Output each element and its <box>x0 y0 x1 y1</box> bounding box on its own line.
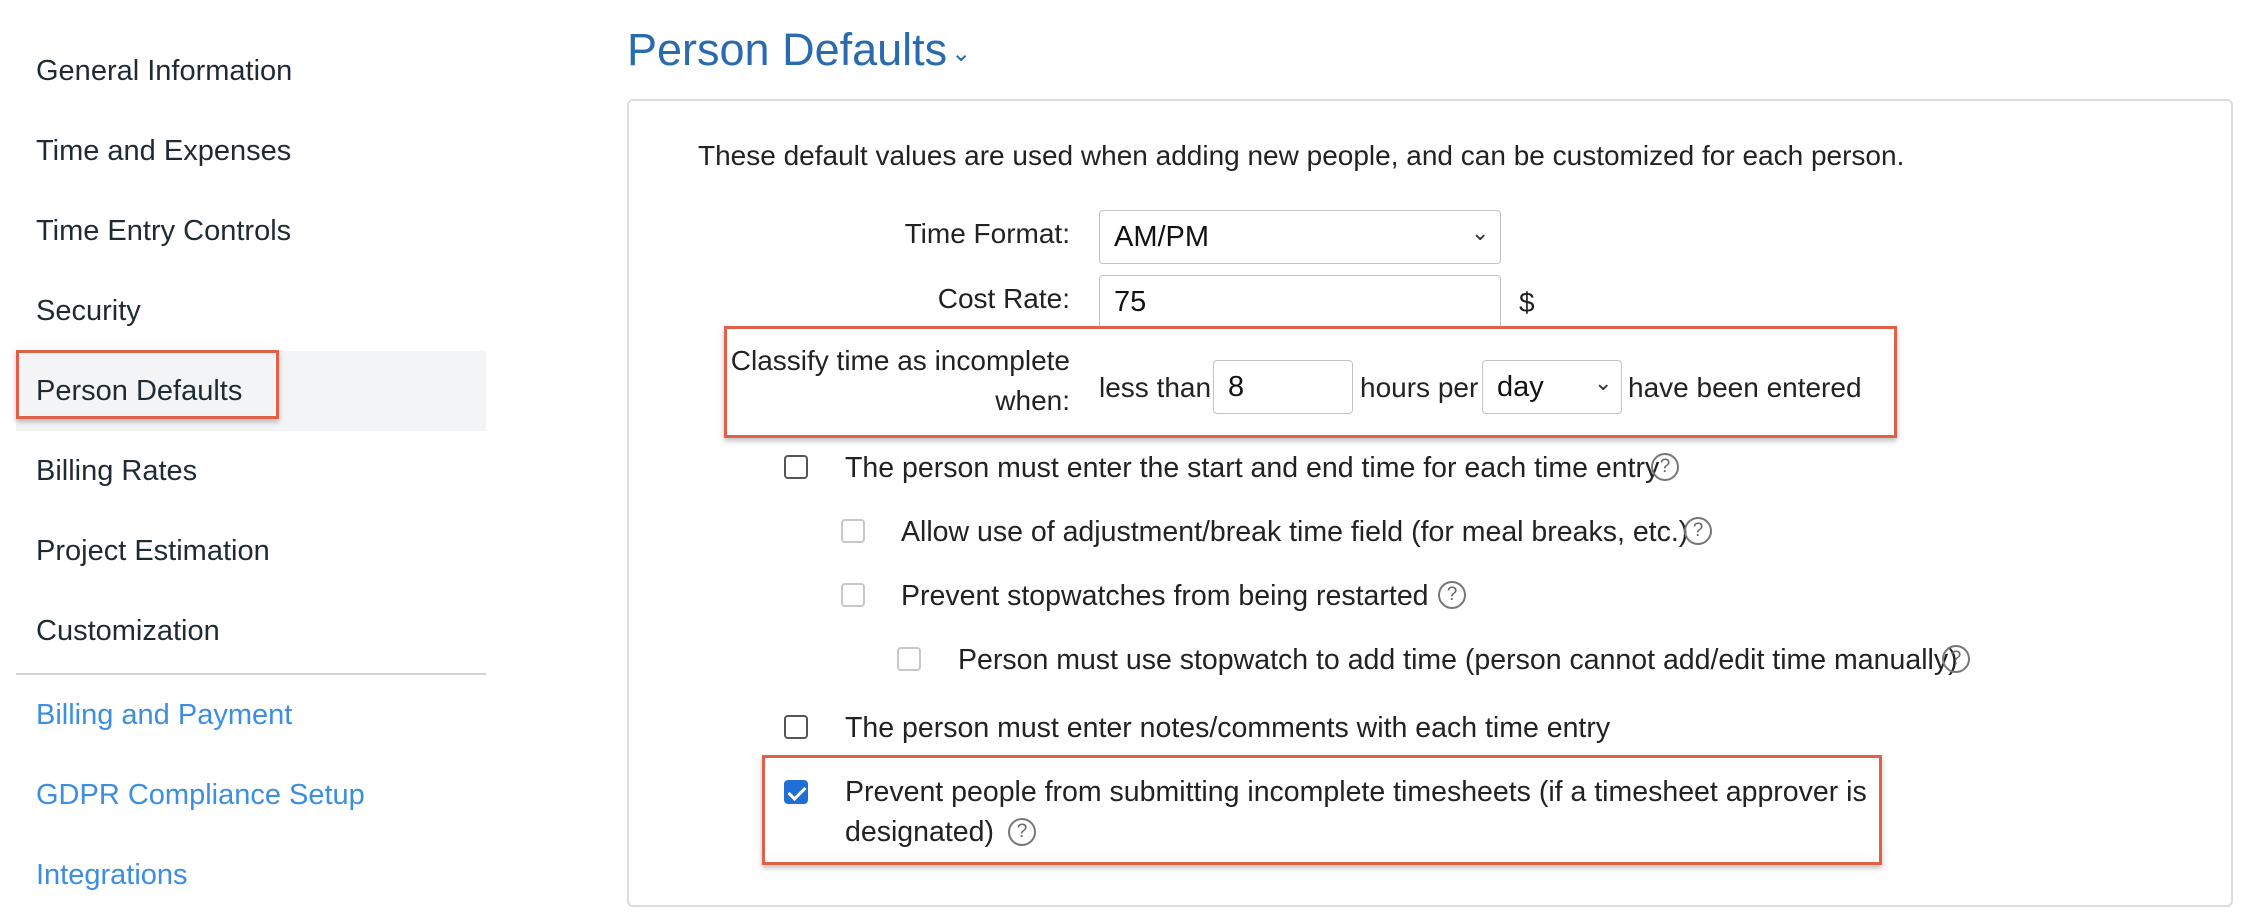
help-icon[interactable]: ? <box>1684 517 1712 545</box>
time-format-select[interactable]: AM/PM <box>1099 210 1501 264</box>
prevent-incomplete-label-line2: designated) <box>845 816 994 848</box>
hours-per-text: hours per <box>1360 372 1479 403</box>
sidebar-link-gdpr-compliance-setup[interactable]: GDPR Compliance Setup <box>16 755 486 835</box>
adjustment-checkbox[interactable] <box>841 519 865 543</box>
page-title[interactable]: Person Defaults ⌄ <box>627 24 971 76</box>
start-end-label: The person must enter the start and end … <box>845 452 1660 484</box>
start-end-checkbox[interactable] <box>784 455 808 479</box>
sidebar-link-billing-and-payment[interactable]: Billing and Payment <box>16 675 486 755</box>
sidebar-item-project-estimation[interactable]: Project Estimation <box>16 511 486 591</box>
cost-rate-unit: $ <box>1519 287 1535 318</box>
help-icon[interactable]: ? <box>1942 645 1970 673</box>
stopwatch-only-checkbox[interactable] <box>897 647 921 671</box>
help-icon[interactable]: ? <box>1438 581 1466 609</box>
sidebar-item-time-entry-controls[interactable]: Time Entry Controls <box>16 191 486 271</box>
hours-input[interactable] <box>1213 360 1353 414</box>
intro-text: These default values are used when addin… <box>698 140 1905 171</box>
have-been-entered-text: have been entered <box>1628 372 1862 403</box>
notes-checkbox[interactable] <box>784 715 808 739</box>
less-than-text: less than <box>1099 372 1212 403</box>
sidebar-link-integrations[interactable]: Integrations <box>16 835 486 915</box>
time-format-label: Time Format: <box>904 218 1070 249</box>
incomplete-label-line2: when: <box>995 385 1070 416</box>
settings-sidebar: General Information Time and Expenses Ti… <box>0 0 490 916</box>
notes-label: The person must enter notes/comments wit… <box>845 712 1611 744</box>
sidebar-item-person-defaults[interactable]: Person Defaults <box>16 351 486 431</box>
adjustment-label: Allow use of adjustment/break time field… <box>901 516 1689 548</box>
stopwatch-restart-label: Prevent stopwatches from being restarted <box>901 580 1429 612</box>
time-format-select-wrap: AM/PM ⌄ <box>1099 210 1501 264</box>
incomplete-label-line1: Classify time as incomplete <box>730 345 1070 376</box>
prevent-incomplete-checkbox[interactable] <box>784 780 808 804</box>
cost-rate-label: Cost Rate: <box>937 283 1070 314</box>
sidebar-item-billing-rates[interactable]: Billing Rates <box>16 431 486 511</box>
prevent-incomplete-label-line1: Prevent people from submitting incomplet… <box>845 776 1867 808</box>
period-select[interactable]: day <box>1482 360 1622 414</box>
stopwatch-restart-checkbox[interactable] <box>841 583 865 607</box>
sidebar-item-general-information[interactable]: General Information <box>16 31 486 111</box>
sidebar-item-time-and-expenses[interactable]: Time and Expenses <box>16 111 486 191</box>
help-icon[interactable]: ? <box>1008 818 1036 846</box>
stopwatch-only-label: Person must use stopwatch to add time (p… <box>958 644 1958 676</box>
period-select-wrap: day ⌄ <box>1482 360 1622 414</box>
sidebar-item-security[interactable]: Security <box>16 271 486 351</box>
chevron-down-icon: ⌄ <box>951 39 972 67</box>
help-icon[interactable]: ? <box>1651 453 1679 481</box>
cost-rate-input[interactable] <box>1099 275 1501 329</box>
sidebar-item-customization[interactable]: Customization <box>16 591 486 671</box>
